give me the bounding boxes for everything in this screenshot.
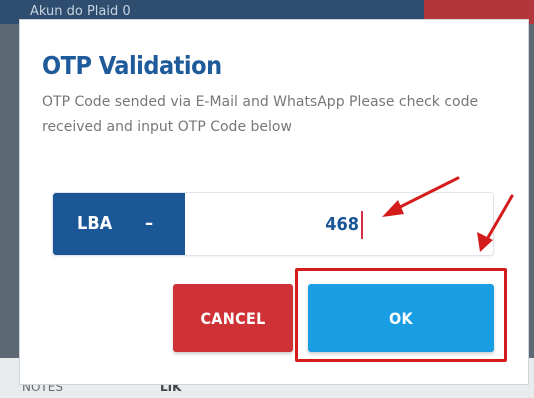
dialog-message: OTP Code sended via E-Mail and WhatsApp … bbox=[42, 94, 479, 135]
otp-validation-dialog: OTP Validation OTP Code sended via E-Mai… bbox=[20, 20, 528, 384]
otp-prefix-separator: – bbox=[145, 213, 154, 234]
ok-highlight-box bbox=[295, 268, 507, 362]
text-caret bbox=[361, 211, 363, 239]
background-header-title: Akun do Plaid 0 bbox=[30, 4, 131, 19]
otp-input-group: LBA – bbox=[52, 192, 494, 256]
dialog-title: OTP Validation bbox=[42, 51, 222, 80]
otp-code-input[interactable] bbox=[203, 205, 359, 243]
cancel-button[interactable]: CANCEL bbox=[173, 284, 293, 352]
otp-prefix: LBA – bbox=[53, 193, 185, 255]
otp-prefix-label: LBA bbox=[77, 213, 113, 234]
